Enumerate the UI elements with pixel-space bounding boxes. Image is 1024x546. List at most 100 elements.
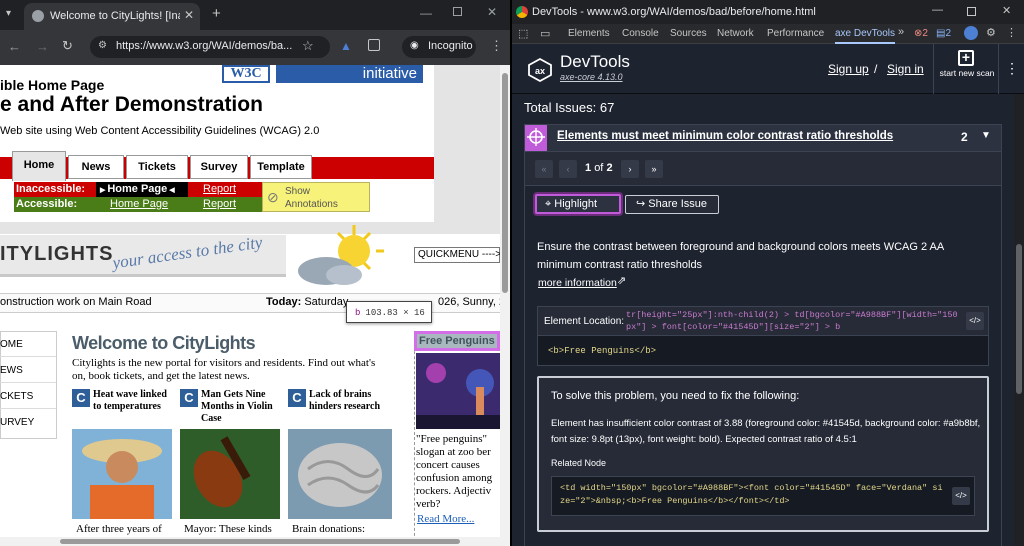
back-icon[interactable]: ←: [8, 39, 21, 54]
side-nav-home[interactable]: OME: [0, 339, 56, 357]
error-counter[interactable]: ⊗2: [914, 28, 928, 39]
share-issue-button[interactable]: ↪ Share Issue: [625, 195, 719, 214]
tab-tickets[interactable]: Tickets: [126, 155, 188, 179]
tab-network[interactable]: Network: [717, 28, 754, 39]
maximize-icon[interactable]: [453, 7, 462, 16]
accessible-home-link[interactable]: Home Page: [96, 197, 188, 212]
devtools-close-icon[interactable]: ✕: [1002, 4, 1011, 17]
news-caption: Mayor: These kinds: [184, 523, 272, 535]
issue-type-icon: [525, 125, 547, 151]
horizontal-scrollbar[interactable]: [0, 537, 500, 546]
pager-prev-icon[interactable]: ‹: [559, 160, 577, 178]
device-toolbar-icon[interactable]: ▭: [540, 27, 550, 40]
minimize-icon[interactable]: —: [420, 6, 432, 20]
w3c-logo[interactable]: W3C: [222, 65, 270, 83]
axe-badge-icon[interactable]: [964, 26, 978, 40]
highlight-button[interactable]: ⌖ Highlight: [535, 194, 621, 214]
related-code-view-icon[interactable]: </>: [952, 487, 970, 505]
news-title[interactable]: Lack of brains hinders research: [309, 389, 391, 413]
wai-initiative-logo[interactable]: initiative: [276, 65, 423, 83]
total-issues: Total Issues: 67: [524, 100, 615, 115]
tab-sources[interactable]: Sources: [670, 28, 707, 39]
axe-scrollbar[interactable]: [1014, 94, 1024, 546]
quickmenu-select[interactable]: QUICKMENU ---->: [414, 247, 500, 263]
axe-scroll-thumb[interactable]: [1016, 244, 1022, 394]
axe-menu-icon[interactable]: ⋮: [1005, 60, 1019, 77]
more-information-link[interactable]: more information: [538, 277, 617, 289]
tab-close-icon[interactable]: ✕: [184, 8, 194, 22]
sign-in-link[interactable]: Sign in: [887, 62, 924, 76]
tab-performance[interactable]: Performance: [767, 28, 824, 39]
side-nav-news[interactable]: EWS: [0, 365, 56, 383]
forward-icon[interactable]: →: [36, 39, 49, 54]
browser-tab[interactable]: Welcome to CityLights! [Inacce ✕: [24, 3, 200, 30]
tab-home[interactable]: Home: [12, 151, 66, 181]
side-nav-tickets[interactable]: CKETS: [0, 391, 56, 409]
tab-survey[interactable]: Survey: [190, 155, 248, 179]
free-penguins-highlighted[interactable]: Free Penguins: [414, 331, 500, 351]
new-tab-icon[interactable]: +: [212, 5, 221, 22]
weather-sun-cloud-icon: [296, 223, 386, 289]
news-title[interactable]: Heat wave linked to temperatures: [93, 389, 173, 413]
element-source-row: <b>Free Penguins</b>: [537, 336, 989, 366]
side-nav-survey[interactable]: URVEY: [0, 417, 56, 428]
incognito-indicator[interactable]: ◉ Incognito: [402, 36, 476, 58]
show-annotations-button[interactable]: ⊘ Show Annotations: [262, 182, 370, 212]
browser-menu-icon[interactable]: ⋮: [490, 38, 503, 54]
code-view-icon[interactable]: </>: [966, 312, 984, 330]
settings-gear-icon[interactable]: ⚙: [986, 26, 996, 39]
news-title[interactable]: Man Gets Nine Months in Violin Case: [201, 389, 281, 425]
tab-news[interactable]: News: [68, 155, 124, 179]
banner-divider: [0, 222, 500, 234]
tab-template[interactable]: Template: [250, 155, 312, 179]
inaccessible-report-link[interactable]: Report: [188, 182, 262, 197]
site-info-icon[interactable]: ⚙: [98, 40, 107, 51]
paperclip-icon: ⊘: [267, 189, 279, 205]
news-card[interactable]: C Lack of brains hinders research Brain …: [288, 389, 392, 546]
vertical-scrollbar[interactable]: [500, 65, 510, 546]
related-node-code: <td width="150px" bgcolor="#A988BF"><fon…: [560, 483, 943, 506]
devtools-minimize-icon[interactable]: —: [932, 4, 943, 16]
reload-icon[interactable]: ↻: [62, 38, 73, 54]
vertical-scroll-thumb[interactable]: [502, 73, 508, 293]
related-node-box: <td width="150px" bgcolor="#A988BF"><fon…: [551, 476, 975, 516]
accessible-report-link[interactable]: Report: [188, 197, 262, 212]
news-image-heatwave: [72, 429, 172, 519]
axe-results-panel: Total Issues: 67 Elements must meet mini…: [512, 94, 1014, 546]
extensions-icon[interactable]: [368, 39, 380, 51]
tab-console[interactable]: Console: [622, 28, 659, 39]
inspect-element-icon[interactable]: ⬚: [518, 27, 528, 40]
issue-header[interactable]: Elements must meet minimum color contras…: [524, 124, 1002, 152]
sign-up-link[interactable]: Sign up: [828, 62, 869, 76]
address-bar[interactable]: ⚙ https://www.w3.org/WAI/demos/ba...: [90, 36, 330, 58]
pager-total: 2: [606, 162, 613, 174]
start-new-scan-button[interactable]: + start new scan: [933, 44, 999, 94]
devtools-menu-icon[interactable]: ⋮: [1006, 26, 1017, 39]
inaccessible-home-link[interactable]: ▶ Home Page ◀: [96, 182, 188, 197]
pager-next-icon[interactable]: ›: [621, 160, 639, 178]
window-close-icon[interactable]: ✕: [487, 5, 497, 19]
issue-collapse-icon[interactable]: ▼: [981, 130, 991, 141]
more-tabs-icon[interactable]: »: [898, 26, 904, 38]
page-viewport: W3C initiative ible Home Page e and Afte…: [0, 65, 500, 546]
issue-title[interactable]: Elements must meet minimum color contras…: [557, 130, 893, 142]
pager-last-icon[interactable]: »: [645, 160, 663, 178]
news-card[interactable]: C Man Gets Nine Months in Violin Case Ma…: [180, 389, 280, 546]
tab-axe-devtools[interactable]: axe DevTools: [835, 28, 896, 44]
tab-strip: ▾ Welcome to CityLights! [Inacce ✕ + — ✕: [0, 0, 510, 30]
axe-extension-icon[interactable]: ▲: [340, 39, 352, 53]
news-card[interactable]: C Heat wave linked to temperatures After…: [72, 389, 172, 546]
tab-search-icon[interactable]: ▾: [6, 8, 11, 19]
devtools-maximize-icon[interactable]: [967, 7, 976, 16]
element-location-selector: tr[height="25px"]:nth-child(2) > td[bgco…: [626, 310, 958, 332]
horizontal-scroll-thumb[interactable]: [60, 539, 460, 544]
bookmark-star-icon[interactable]: ☆: [302, 38, 314, 54]
tab-elements[interactable]: Elements: [568, 28, 610, 39]
pager-first-icon[interactable]: «: [535, 160, 553, 178]
w3c-favicon-icon: [32, 10, 44, 22]
read-more-link[interactable]: Read More...: [417, 513, 474, 525]
message-counter[interactable]: ▤2: [936, 28, 951, 39]
page-heading-large: e and After Demonstration: [0, 93, 263, 116]
today-line: Today: Saturday: [266, 296, 348, 308]
axe-version[interactable]: axe-core 4.13.0: [560, 72, 623, 82]
